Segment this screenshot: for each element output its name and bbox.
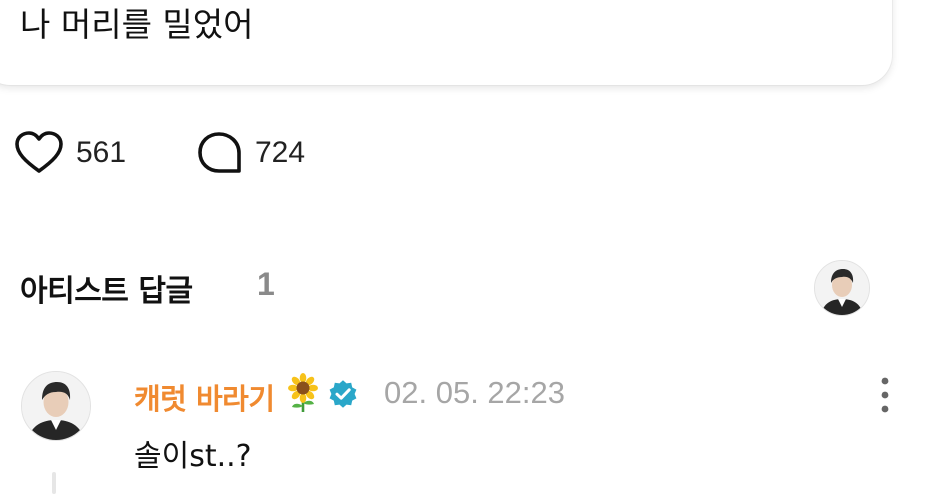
comment-author-avatar[interactable] <box>21 371 91 441</box>
artist-replies-count: 1 <box>257 266 275 302</box>
avatar-portrait <box>22 372 90 440</box>
artist-replies-title: 아티스트 답글 <box>20 274 193 309</box>
verified-badge-icon <box>329 380 357 408</box>
like-count: 561 <box>76 136 127 169</box>
comment-timestamp: 02. 05. 22:23 <box>384 375 565 410</box>
comment-author-name[interactable]: 캐럿 바라기 <box>134 376 275 418</box>
thread-line <box>52 472 56 494</box>
reply-count: 724 <box>255 136 306 169</box>
like-button[interactable]: 561 <box>14 130 126 176</box>
more-options-icon[interactable] <box>872 375 898 415</box>
speech-bubble-icon <box>198 132 241 173</box>
artist-avatar[interactable] <box>814 260 870 316</box>
sunflower-emoji-icon <box>288 373 318 412</box>
heart-icon <box>15 131 63 173</box>
reply-button[interactable]: 724 <box>197 130 305 176</box>
comment-text: 솔이st..? <box>134 439 252 474</box>
post-text: 나 머리를 밀었어 <box>20 5 254 44</box>
avatar-portrait <box>815 261 869 315</box>
post-card: 나 머리를 밀었어 <box>0 0 892 85</box>
